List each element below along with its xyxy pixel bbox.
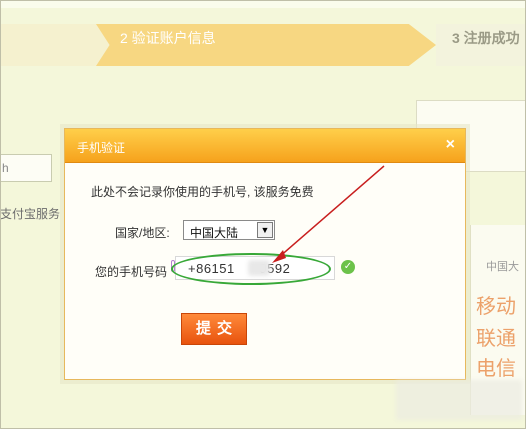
registration-steps bbox=[0, 8, 526, 66]
step-1 bbox=[0, 24, 110, 66]
carrier-mobile: 移动 bbox=[476, 296, 516, 318]
phone-verify-dialog: 手机验证 × 此处不会记录你使用的手机号, 该服务免费 国家/地区: 中国大陆 … bbox=[64, 128, 466, 380]
right-country-text: 中国大 bbox=[486, 261, 519, 273]
phone-label: 您的手机号码 bbox=[95, 265, 168, 279]
dialog-header: 手机验证 × bbox=[65, 129, 465, 163]
background-input-text: h bbox=[2, 161, 9, 175]
country-select[interactable]: 中国大陆 ▼ bbox=[183, 220, 275, 240]
close-icon[interactable]: × bbox=[446, 136, 455, 154]
alipay-service-text: 支付宝服务 bbox=[0, 207, 61, 221]
country-selected-value: 中国大陆 bbox=[190, 226, 239, 240]
dialog-title: 手机验证 bbox=[77, 141, 126, 155]
chevron-down-icon[interactable]: ▼ bbox=[257, 222, 273, 238]
step-2-label: 2 验证账户信息 bbox=[120, 30, 216, 46]
highlight-ellipse bbox=[171, 253, 331, 285]
carrier-telecom: 电信 bbox=[476, 358, 516, 380]
watermark bbox=[396, 380, 522, 420]
page-top-strip bbox=[0, 0, 526, 8]
carrier-unicom: 联通 bbox=[476, 328, 516, 350]
check-icon: ✓ bbox=[341, 260, 355, 274]
step-3-label: 3 注册成功 bbox=[452, 30, 520, 46]
submit-button[interactable]: 提交 bbox=[181, 313, 247, 345]
country-label: 国家/地区: bbox=[115, 226, 170, 240]
privacy-note: 此处不会记录你使用的手机号, 该服务免费 bbox=[91, 185, 314, 199]
